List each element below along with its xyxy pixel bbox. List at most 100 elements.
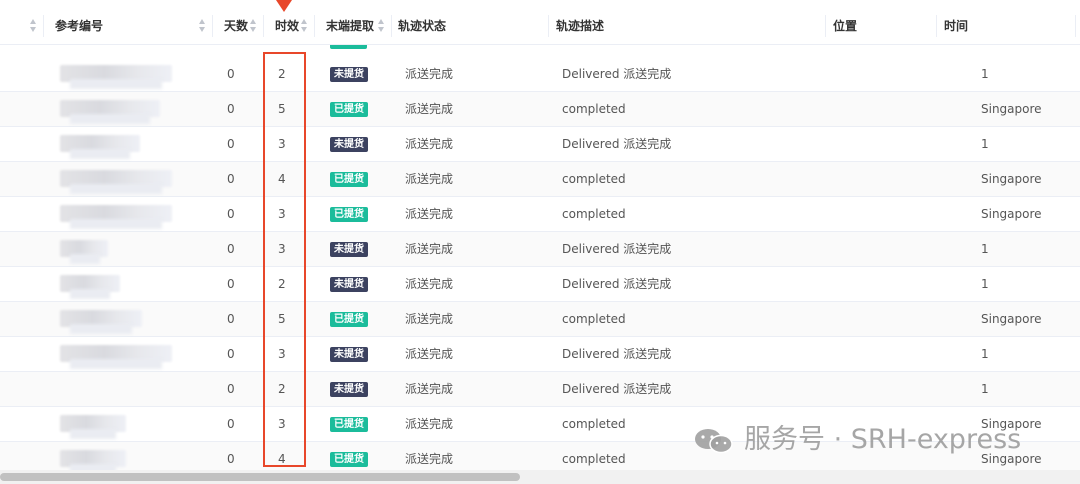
cell-days: 0 <box>227 102 235 116</box>
header-location: 位置 <box>833 19 858 33</box>
table-row[interactable]: 0 2 未提货 派送完成 Delivered 派送完成 1 <box>0 372 1080 407</box>
redacted-ref-no <box>70 429 116 439</box>
cell-track-status: 派送完成 <box>405 417 454 431</box>
redacted-ref-no <box>70 289 110 299</box>
sort-icon[interactable] <box>250 19 256 33</box>
cell-track-desc: Delivered 派送完成 <box>562 242 672 256</box>
pickup-status-badge: 未提货 <box>330 277 368 292</box>
cell-track-desc: Delivered 派送完成 <box>562 67 672 81</box>
redacted-ref-no <box>70 324 132 334</box>
cell-track-desc: completed <box>562 452 626 466</box>
header-last-mile-pickup[interactable]: 末端提取 <box>326 7 374 45</box>
pickup-status-badge: 未提货 <box>330 347 368 362</box>
cell-time: Singapore <box>981 102 1042 116</box>
cell-track-status: 派送完成 <box>405 102 454 116</box>
table-row[interactable]: 0 5 已提货 派送完成 completed Singapore <box>0 92 1080 127</box>
redacted-ref-no <box>70 114 150 124</box>
cell-days: 0 <box>227 207 235 221</box>
pickup-status-badge: 已提货 <box>330 312 368 327</box>
cell-track-status: 派送完成 <box>405 277 454 291</box>
cell-track-status: 派送完成 <box>405 67 454 81</box>
pickup-status-badge: 未提货 <box>330 137 368 152</box>
cell-time: Singapore <box>981 207 1042 221</box>
header-time: 时间 <box>944 19 969 33</box>
cell-track-status: 派送完成 <box>405 347 454 361</box>
cell-track-desc: completed <box>562 172 626 186</box>
cell-track-status: 派送完成 <box>405 312 454 326</box>
cell-track-desc: Delivered 派送完成 <box>562 382 672 396</box>
table-header: 参考编号 天数 时效 末端提取 轨迹状态 轨迹描述 位置 时间 <box>0 7 1080 45</box>
cell-time: 1 <box>981 137 989 151</box>
column-divider <box>1075 15 1076 37</box>
column-divider <box>212 15 213 37</box>
cell-time: Singapore <box>981 172 1042 186</box>
cell-days: 0 <box>227 417 235 431</box>
table-row[interactable]: 0 3 已提货 派送完成 completed Singapore <box>0 197 1080 232</box>
cell-days: 0 <box>227 67 235 81</box>
pickup-status-badge: 未提货 <box>330 242 368 257</box>
pickup-status-badge: 已提货 <box>330 172 368 187</box>
column-divider <box>548 15 549 37</box>
cell-track-status: 派送完成 <box>405 137 454 151</box>
cell-days: 0 <box>227 172 235 186</box>
column-divider <box>391 15 392 37</box>
header-days[interactable]: 天数 <box>224 7 248 45</box>
cell-track-status: 派送完成 <box>405 382 454 396</box>
table-row-partial <box>0 45 1080 57</box>
sort-icon[interactable] <box>301 19 307 33</box>
table-row[interactable]: 0 3 未提货 派送完成 Delivered 派送完成 1 <box>0 127 1080 162</box>
column-divider <box>43 15 44 37</box>
column-divider <box>825 15 826 37</box>
header-track-desc: 轨迹描述 <box>556 19 605 33</box>
wechat-icon <box>695 429 733 454</box>
column-divider <box>263 15 264 37</box>
cell-track-desc: Delivered 派送完成 <box>562 137 672 151</box>
pickup-status-badge: 已提货 <box>330 417 368 432</box>
header-track-status: 轨迹状态 <box>398 19 447 33</box>
cell-track-desc: Delivered 派送完成 <box>562 277 672 291</box>
table-row[interactable]: 0 2 未提货 派送完成 Delivered 派送完成 1 <box>0 57 1080 92</box>
watermark-text: 服务号 · SRH-express <box>744 424 1022 455</box>
status-badge <box>330 45 367 49</box>
cell-days: 0 <box>227 242 235 256</box>
sort-icon[interactable] <box>378 19 384 33</box>
sort-icon[interactable] <box>199 19 205 33</box>
pickup-status-badge: 已提货 <box>330 452 368 467</box>
redacted-ref-no <box>70 219 162 229</box>
redacted-ref-no <box>70 79 162 89</box>
redacted-ref-no <box>70 149 130 159</box>
table-row[interactable]: 0 3 未提货 派送完成 Delivered 派送完成 1 <box>0 232 1080 267</box>
cell-track-status: 派送完成 <box>405 242 454 256</box>
scrollbar-thumb[interactable] <box>0 473 520 481</box>
cell-days: 0 <box>227 347 235 361</box>
header-ref-no: 参考编号 <box>55 19 104 33</box>
table-row[interactable]: 0 4 已提货 派送完成 completed Singapore <box>0 162 1080 197</box>
cell-days: 0 <box>227 137 235 151</box>
cell-time: 1 <box>981 67 989 81</box>
pickup-status-badge: 未提货 <box>330 67 368 82</box>
cell-track-desc: completed <box>562 207 626 221</box>
cell-track-status: 派送完成 <box>405 207 454 221</box>
cell-track-desc: completed <box>562 312 626 326</box>
pickup-status-badge: 已提货 <box>330 207 368 222</box>
tracking-table: 参考编号 天数 时效 末端提取 轨迹状态 轨迹描述 位置 时间 0 2 未提货 派送完… <box>0 0 1080 470</box>
table-row[interactable]: 0 5 已提货 派送完成 completed Singapore <box>0 302 1080 337</box>
cell-time: 1 <box>981 382 989 396</box>
pickup-status-badge: 已提货 <box>330 102 368 117</box>
column-divider <box>936 15 937 37</box>
redacted-ref-no <box>70 359 162 369</box>
cell-track-status: 派送完成 <box>405 172 454 186</box>
table-row[interactable]: 0 3 未提货 派送完成 Delivered 派送完成 1 <box>0 337 1080 372</box>
cell-time: 1 <box>981 277 989 291</box>
table-row[interactable]: 0 2 未提货 派送完成 Delivered 派送完成 1 <box>0 267 1080 302</box>
timeliness-highlight-box <box>263 52 306 467</box>
cell-days: 0 <box>227 452 235 466</box>
sort-icon[interactable] <box>30 19 36 33</box>
cell-time: 1 <box>981 242 989 256</box>
cell-days: 0 <box>227 382 235 396</box>
pickup-status-badge: 未提货 <box>330 382 368 397</box>
arrow-down-icon <box>276 0 292 12</box>
cell-track-status: 派送完成 <box>405 452 454 466</box>
header-timeliness[interactable]: 时效 <box>275 7 299 45</box>
redacted-ref-no <box>70 184 162 194</box>
